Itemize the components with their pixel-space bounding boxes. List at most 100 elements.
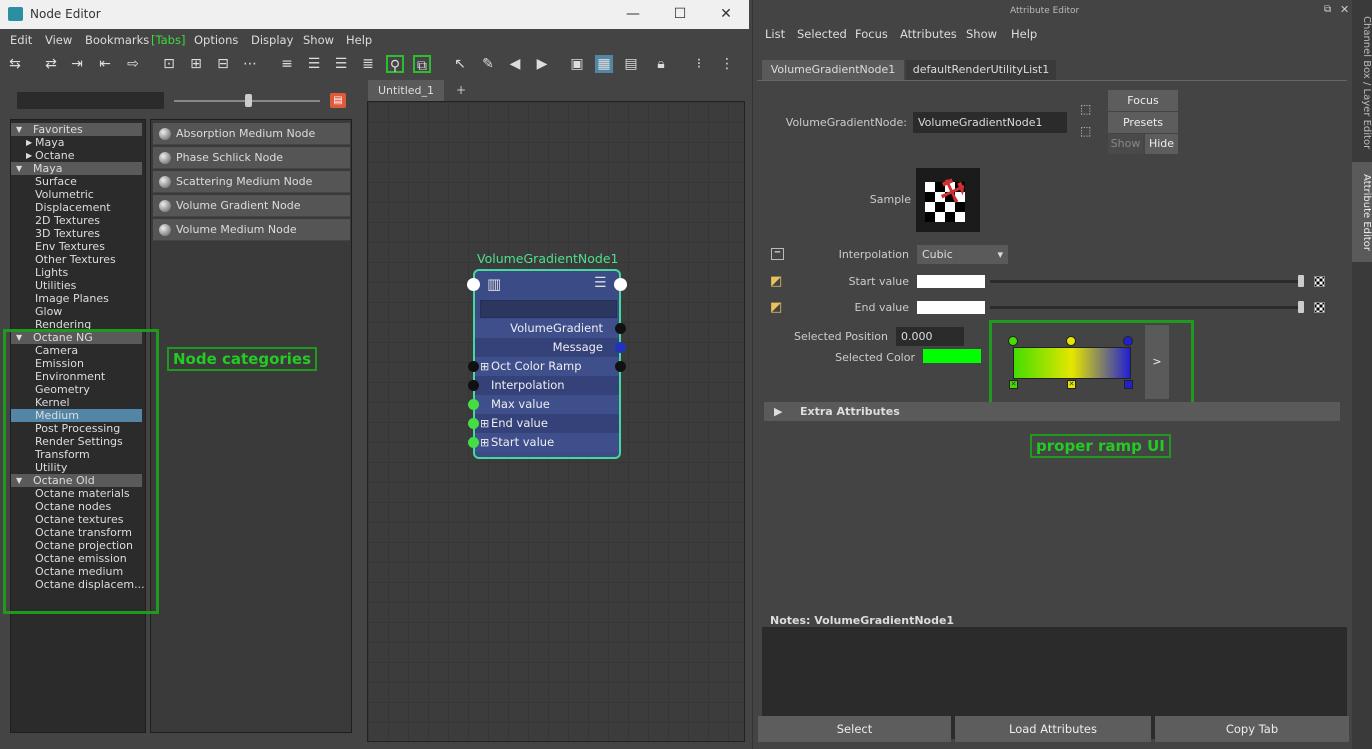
category-item[interactable]: Utilities bbox=[11, 279, 142, 292]
category-item[interactable]: Other Textures bbox=[11, 253, 142, 266]
copy-tab-button[interactable]: Copy Tab bbox=[1155, 716, 1349, 742]
input-port[interactable] bbox=[468, 437, 479, 448]
ae-menu-selected[interactable]: Selected bbox=[797, 27, 847, 41]
swatch-icon[interactable]: ▣ bbox=[568, 55, 586, 73]
pick-right-icon[interactable]: ▶ bbox=[533, 55, 551, 73]
node-attribute-row[interactable]: ⊞ Oct Color Ramp bbox=[475, 357, 619, 376]
category-item[interactable]: ▶ Octane bbox=[11, 149, 142, 162]
chevron-right-icon[interactable]: ▶ bbox=[26, 136, 32, 149]
float-icon[interactable]: ⧉ bbox=[1324, 4, 1331, 15]
ae-menu-show[interactable]: Show bbox=[966, 27, 997, 41]
ramp-expand-button[interactable]: > bbox=[1145, 325, 1169, 399]
list-item[interactable]: Phase Schlick Node bbox=[153, 147, 350, 169]
expand-icon[interactable]: ⊞ bbox=[480, 433, 489, 452]
layout-icon[interactable]: ⊟ bbox=[214, 55, 232, 73]
input-port[interactable] bbox=[468, 380, 479, 391]
start-color-swatch[interactable] bbox=[917, 275, 985, 288]
input-port[interactable] bbox=[468, 418, 479, 429]
pick-walk-icon[interactable]: ↖ bbox=[451, 55, 469, 73]
expand-icon[interactable]: ⊞ bbox=[480, 414, 489, 433]
node-menu-icon[interactable]: ☰ bbox=[594, 275, 610, 291]
slider-handle[interactable] bbox=[245, 94, 252, 107]
display-mode-icon[interactable]: ▤ bbox=[330, 93, 346, 108]
edit-icon[interactable]: ✎ bbox=[479, 55, 497, 73]
expand-icon[interactable]: ⊞ bbox=[480, 357, 489, 376]
input-port[interactable] bbox=[468, 361, 479, 372]
graph-node[interactable]: ▥ ☰ VolumeGradient Message ⊞ Oct Color Ramp… bbox=[473, 269, 621, 459]
end-slider-handle[interactable] bbox=[1298, 301, 1304, 313]
node-attribute-row[interactable]: ⊞ Start value bbox=[475, 433, 619, 452]
search-icon[interactable]: ⚲ bbox=[386, 55, 404, 74]
texture-map-icon[interactable] bbox=[1314, 302, 1325, 313]
category-search-input[interactable] bbox=[17, 92, 164, 109]
custom-mode-icon[interactable]: ≣ bbox=[359, 55, 377, 73]
list-item[interactable]: Scattering Medium Node bbox=[153, 171, 350, 193]
close-icon[interactable]: ✕ bbox=[1340, 3, 1349, 16]
focus-button[interactable]: Focus bbox=[1108, 90, 1178, 111]
category-item[interactable]: Surface bbox=[11, 175, 142, 188]
output-port[interactable] bbox=[615, 323, 626, 334]
tab-view-icon[interactable]: ⧉ bbox=[413, 55, 431, 74]
tab-attribute-editor[interactable]: Attribute Editor bbox=[1352, 162, 1372, 262]
extra-attributes-section[interactable]: ▶ Extra Attributes bbox=[764, 402, 1340, 421]
node-input-port[interactable] bbox=[467, 278, 480, 291]
tab-volumegradientnode1[interactable]: VolumeGradientNode1 bbox=[762, 60, 904, 80]
ae-menu-list[interactable]: List bbox=[765, 27, 785, 41]
align-icon[interactable]: ⋮ bbox=[718, 55, 736, 73]
graph-input-icon[interactable]: ⇆ bbox=[6, 55, 24, 73]
map-button-icon[interactable]: ━ bbox=[771, 248, 784, 260]
category-item[interactable]: Volumetric bbox=[11, 188, 142, 201]
color-picker-icon[interactable]: ◩ bbox=[770, 300, 782, 315]
interpolation-dropdown[interactable]: Cubic ▾ bbox=[917, 245, 1008, 264]
maximize-button[interactable]: ☐ bbox=[665, 4, 695, 24]
node-attribute-row[interactable]: Max value bbox=[475, 395, 619, 414]
lock-icon[interactable]: 🔒︎ bbox=[652, 55, 670, 73]
selected-color-swatch[interactable] bbox=[923, 349, 981, 363]
ramp-position-handle[interactable] bbox=[1066, 336, 1076, 346]
category-header[interactable]: ▼ Favorites bbox=[11, 123, 142, 136]
tab-channel-box[interactable]: Channel Box / Layer Editor bbox=[1352, 8, 1372, 158]
menu-bookmarks[interactable]: Bookmarks bbox=[85, 33, 149, 47]
menu-tabs[interactable]: [Tabs] bbox=[151, 33, 185, 47]
ramp-delete-handle[interactable]: ✕ bbox=[1009, 380, 1018, 389]
simple-mode-icon[interactable]: ≡ bbox=[278, 55, 296, 73]
clear-graph-icon[interactable]: ⇨ bbox=[124, 55, 142, 73]
minimize-button[interactable]: — bbox=[618, 4, 648, 24]
node-attribute-row[interactable]: ⊞ End value bbox=[475, 414, 619, 433]
output-port[interactable] bbox=[615, 361, 626, 372]
list-item[interactable]: Volume Gradient Node bbox=[153, 195, 350, 217]
add-tab-button[interactable]: + bbox=[448, 80, 474, 101]
chevron-down-icon[interactable]: ▼ bbox=[16, 162, 22, 175]
category-item[interactable]: 2D Textures bbox=[11, 214, 142, 227]
full-mode-icon[interactable]: ☰ bbox=[332, 55, 350, 73]
output-port[interactable] bbox=[615, 342, 626, 353]
category-item[interactable]: ▶ Maya bbox=[11, 136, 142, 149]
category-item[interactable]: Lights bbox=[11, 266, 142, 279]
close-button[interactable]: ✕ bbox=[711, 4, 741, 24]
menu-view[interactable]: View bbox=[45, 33, 72, 47]
node-attribute-row[interactable]: Interpolation bbox=[475, 376, 619, 395]
color-ramp-gradient[interactable] bbox=[1013, 347, 1131, 379]
graph-swatches-icon[interactable]: ▦ bbox=[595, 55, 613, 73]
category-item[interactable]: Glow bbox=[11, 305, 142, 318]
connected-mode-icon[interactable]: ☰ bbox=[305, 55, 323, 73]
ae-menu-help[interactable]: Help bbox=[1011, 27, 1037, 41]
end-color-swatch[interactable] bbox=[917, 301, 985, 314]
render-swatch-icon[interactable]: ▤ bbox=[622, 55, 640, 73]
frame-all-icon[interactable]: ⊡ bbox=[160, 55, 178, 73]
start-slider-handle[interactable] bbox=[1298, 275, 1304, 287]
hide-button[interactable]: Hide bbox=[1145, 134, 1178, 154]
category-item[interactable]: Displacement bbox=[11, 201, 142, 214]
list-item[interactable]: Volume Medium Node bbox=[153, 219, 350, 241]
node-attribute-row[interactable]: VolumeGradient bbox=[475, 319, 619, 338]
menu-help[interactable]: Help bbox=[346, 33, 372, 47]
output-connection-icon[interactable]: ⬚ bbox=[1080, 124, 1091, 138]
category-header[interactable]: ▼ Maya bbox=[11, 162, 142, 175]
tab-defaultrenderutilitylist1[interactable]: defaultRenderUtilityList1 bbox=[906, 60, 1056, 80]
category-item[interactable]: Env Textures bbox=[11, 240, 142, 253]
ramp-position-handle[interactable] bbox=[1008, 336, 1018, 346]
menu-show[interactable]: Show bbox=[303, 33, 334, 47]
menu-options[interactable]: Options bbox=[194, 33, 238, 47]
menu-edit[interactable]: Edit bbox=[10, 33, 32, 47]
input-connections-icon[interactable]: ⇥ bbox=[68, 55, 86, 73]
